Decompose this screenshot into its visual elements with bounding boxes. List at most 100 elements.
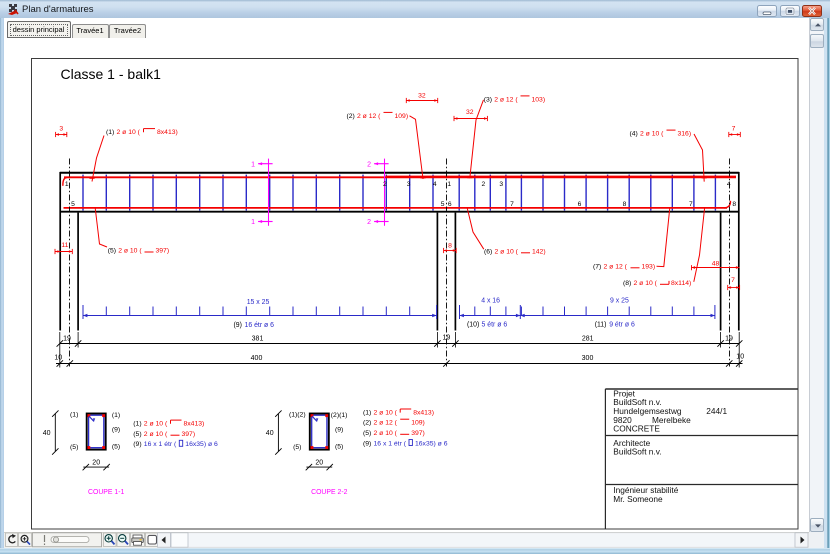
svg-text:(3): (3) <box>484 96 492 103</box>
svg-text:(9): (9) <box>133 441 141 448</box>
svg-text:(5): (5) <box>335 444 343 451</box>
svg-text:(2): (2) <box>347 113 355 120</box>
svg-text:(1): (1) <box>70 411 78 418</box>
svg-text:2 ø 10 (: 2 ø 10 ( <box>144 421 168 428</box>
svg-text:2 ø 10 (: 2 ø 10 ( <box>495 248 519 255</box>
svg-text:2 ø 10 (: 2 ø 10 ( <box>118 248 142 255</box>
svg-text:48: 48 <box>712 260 720 267</box>
svg-text:2 ø 12 (: 2 ø 12 ( <box>494 96 518 103</box>
svg-text:300: 300 <box>582 355 594 362</box>
svg-text:9 étr ø 6: 9 étr ø 6 <box>609 322 635 329</box>
svg-text:7: 7 <box>510 201 514 208</box>
svg-text:(5): (5) <box>112 444 120 451</box>
svg-text:(1): (1) <box>363 409 371 416</box>
svg-text:397): 397) <box>182 431 196 438</box>
svg-text:(5): (5) <box>133 431 141 438</box>
svg-text:2 ø 10 (: 2 ø 10 ( <box>117 129 141 136</box>
svg-text:11: 11 <box>61 242 68 249</box>
svg-text:(5): (5) <box>293 444 301 451</box>
svg-text:2: 2 <box>367 161 371 168</box>
svg-text:(6): (6) <box>484 248 492 255</box>
svg-text:10: 10 <box>736 353 744 360</box>
svg-text:1: 1 <box>447 181 451 188</box>
svg-text:16x35) ø 6: 16x35) ø 6 <box>415 440 448 447</box>
svg-text:(7): (7) <box>593 263 601 270</box>
svg-text:2 ø 10 (: 2 ø 10 ( <box>144 431 168 438</box>
svg-text:2 ø 12 (: 2 ø 12 ( <box>357 113 381 120</box>
svg-text:400: 400 <box>251 355 263 362</box>
svg-text:(4): (4) <box>630 131 638 138</box>
svg-text:8x114): 8x114) <box>671 280 691 287</box>
svg-text:(1): (1) <box>106 129 114 136</box>
svg-text:40: 40 <box>43 430 51 437</box>
svg-text:6: 6 <box>448 201 452 208</box>
svg-text:8x413): 8x413) <box>184 421 205 428</box>
svg-text:(2)(1): (2)(1) <box>331 412 348 419</box>
svg-text:244/1: 244/1 <box>706 406 727 416</box>
svg-text:281: 281 <box>582 336 594 343</box>
svg-text:2 ø 10 (: 2 ø 10 ( <box>634 280 658 287</box>
svg-text:(9): (9) <box>234 322 242 329</box>
svg-text:COUPE 2-2: COUPE 2-2 <box>311 489 348 496</box>
svg-text:4: 4 <box>433 181 437 188</box>
svg-text:2 ø 10 (: 2 ø 10 ( <box>374 430 398 437</box>
svg-text:Mr. Someone: Mr. Someone <box>613 494 663 504</box>
svg-text:3: 3 <box>59 126 63 133</box>
svg-text:(2): (2) <box>363 420 371 427</box>
svg-text:20: 20 <box>92 459 100 466</box>
svg-text:2 ø 10 (: 2 ø 10 ( <box>640 131 664 138</box>
svg-text:109): 109) <box>411 420 425 427</box>
svg-text:COUPE 1-1: COUPE 1-1 <box>88 489 125 496</box>
svg-text:8: 8 <box>623 201 627 208</box>
svg-text:(1)(2): (1)(2) <box>289 411 306 418</box>
svg-text:40: 40 <box>266 430 274 437</box>
svg-text:Classe 1 - balk1: Classe 1 - balk1 <box>61 66 162 82</box>
svg-text:10: 10 <box>54 354 62 361</box>
svg-text:2 ø 12 (: 2 ø 12 ( <box>374 420 398 427</box>
svg-text:2 ø 12 (: 2 ø 12 ( <box>604 263 628 270</box>
svg-text:(5): (5) <box>70 444 78 451</box>
svg-text:8x413): 8x413) <box>157 129 178 136</box>
svg-text:(10): (10) <box>467 322 479 329</box>
svg-text:7: 7 <box>732 125 736 132</box>
svg-text:2 ø 10 (: 2 ø 10 ( <box>374 409 398 416</box>
svg-text:16 x 1 étr (: 16 x 1 étr ( <box>144 441 177 448</box>
svg-text:(9): (9) <box>363 440 371 447</box>
svg-text:32: 32 <box>418 93 426 100</box>
svg-text:109): 109) <box>395 113 409 120</box>
svg-text:CONCRETE: CONCRETE <box>613 424 660 434</box>
svg-text:(11): (11) <box>595 322 607 329</box>
svg-text:103): 103) <box>532 96 546 103</box>
svg-text:142): 142) <box>532 248 546 255</box>
svg-text:2: 2 <box>367 219 371 226</box>
svg-text:381: 381 <box>252 336 264 343</box>
svg-text:(8): (8) <box>623 280 631 287</box>
svg-text:BuildSoft n.v.: BuildSoft n.v. <box>613 447 661 457</box>
svg-text:397): 397) <box>156 248 170 255</box>
svg-text:6: 6 <box>578 201 582 208</box>
svg-text:8: 8 <box>732 201 736 208</box>
svg-text:16x35) ø 6: 16x35) ø 6 <box>185 441 218 448</box>
svg-text:(1): (1) <box>133 421 141 428</box>
svg-text:8: 8 <box>448 242 452 249</box>
svg-text:(9): (9) <box>112 427 120 434</box>
svg-text:(1): (1) <box>112 412 120 419</box>
svg-text:2: 2 <box>482 181 486 188</box>
svg-text:193): 193) <box>642 263 656 270</box>
svg-text:1: 1 <box>251 219 255 226</box>
svg-text:16 étr ø 6: 16 étr ø 6 <box>245 322 275 329</box>
svg-text:Merelbeke: Merelbeke <box>652 415 691 425</box>
svg-text:1: 1 <box>251 161 255 168</box>
svg-text:19: 19 <box>63 336 71 343</box>
svg-text:7: 7 <box>731 277 735 284</box>
svg-text:32: 32 <box>466 109 474 116</box>
svg-text:3: 3 <box>407 181 411 188</box>
svg-text:15 x 25: 15 x 25 <box>247 299 270 306</box>
svg-text:19: 19 <box>443 335 451 342</box>
svg-text:1: 1 <box>65 181 69 188</box>
svg-text:5: 5 <box>441 201 445 208</box>
svg-text:397): 397) <box>411 430 425 437</box>
svg-text:5 étr ø 6: 5 étr ø 6 <box>482 322 508 329</box>
svg-text:20: 20 <box>315 459 323 466</box>
svg-text:19: 19 <box>725 336 733 343</box>
